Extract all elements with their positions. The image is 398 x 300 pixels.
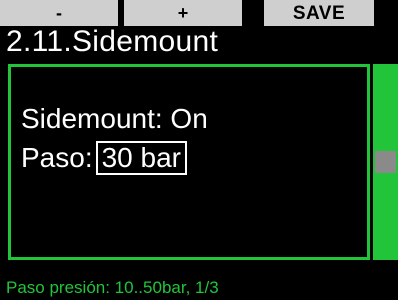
save-button[interactable]: SAVE xyxy=(264,0,374,26)
sidemount-value[interactable]: On xyxy=(170,103,207,134)
settings-panel: Sidemount: On Paso: 30 bar xyxy=(8,64,370,260)
minus-button[interactable]: - xyxy=(0,0,118,26)
scroll-thumb[interactable] xyxy=(375,151,396,173)
status-hint: Paso presión: 10..50bar, 1/3 xyxy=(6,278,219,297)
paso-label: Paso: xyxy=(21,142,93,173)
page-title: 2.11.Sidemount xyxy=(6,25,219,58)
paso-value-field[interactable]: 30 bar xyxy=(95,141,188,175)
sidemount-label: Sidemount: xyxy=(21,103,163,134)
softkey-bar: - + SAVE xyxy=(0,0,398,26)
plus-button[interactable]: + xyxy=(124,0,242,26)
scrollbar[interactable] xyxy=(373,64,398,260)
sidemount-setting: Sidemount: On xyxy=(21,103,208,135)
paso-setting: Paso: 30 bar xyxy=(21,141,188,175)
